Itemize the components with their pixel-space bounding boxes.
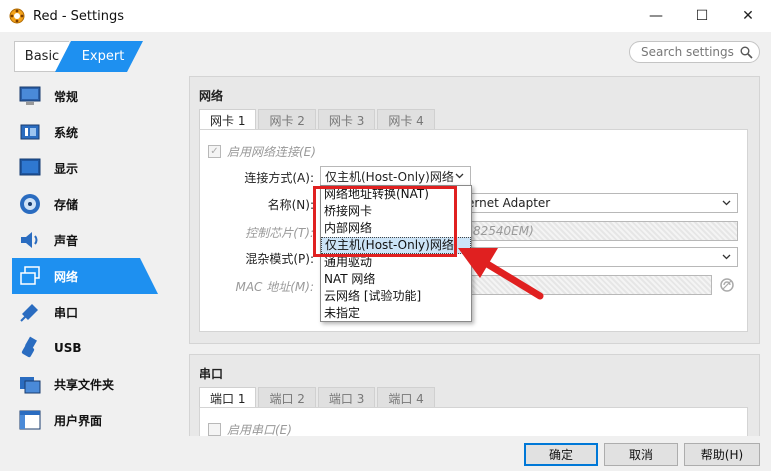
- option-not-attached[interactable]: 未指定: [321, 305, 471, 322]
- name-label: 名称(N):: [267, 198, 314, 212]
- close-button[interactable]: ✕: [725, 0, 771, 32]
- search-box: [629, 41, 760, 63]
- adapter-type-value: 82540EM): [473, 224, 534, 238]
- sidebar-item-label: 用户界面: [54, 413, 103, 428]
- display-icon: [19, 158, 41, 176]
- window-title: Red - Settings: [33, 8, 124, 24]
- port-tabs: 端口 1 端口 2 端口 3 端口 4: [199, 387, 437, 408]
- chevron-down-icon: [722, 254, 731, 260]
- sidebar-item-general[interactable]: 常规: [0, 78, 160, 114]
- mode-switch: Basic Expert: [14, 41, 143, 72]
- sidebar-item-label: 串口: [54, 305, 79, 320]
- sidebar-item-storage[interactable]: 存储: [0, 186, 160, 222]
- tab-port-4[interactable]: 端口 4: [377, 387, 435, 408]
- enable-adapter-label: 启用网络连接(E): [227, 145, 316, 159]
- chip-icon: [20, 124, 40, 140]
- tab-port-2[interactable]: 端口 2: [258, 387, 316, 408]
- sidebar-item-label: 共享文件夹: [54, 377, 115, 392]
- mac-address-label: MAC 地址(M):: [235, 280, 314, 294]
- chevron-down-icon: [455, 173, 464, 179]
- virtualbox-app-icon: [9, 8, 25, 24]
- tab-adapter-2[interactable]: 网卡 2: [258, 109, 316, 130]
- option-cloud-network[interactable]: 云网络 [试验功能]: [321, 288, 471, 305]
- network-icon: [20, 266, 40, 285]
- option-host-only[interactable]: 仅主机(Host-Only)网络: [321, 237, 471, 254]
- disk-icon: [20, 194, 40, 214]
- sidebar-item-usb[interactable]: USB: [0, 330, 160, 366]
- option-nat-network[interactable]: NAT 网络: [321, 271, 471, 288]
- option-generic[interactable]: 通用驱动: [321, 254, 471, 271]
- option-bridged[interactable]: 桥接网卡: [321, 203, 471, 220]
- refresh-mac-icon: [720, 278, 734, 292]
- ui-icon: [19, 410, 41, 430]
- title-bar: Red - Settings — ☐ ✕: [0, 0, 771, 32]
- sidebar-item-system[interactable]: 系统: [0, 114, 160, 150]
- checkbox-empty: [208, 423, 221, 436]
- speaker-icon: [21, 232, 38, 248]
- sidebar-item-label: 系统: [54, 125, 79, 140]
- ok-button[interactable]: 确定: [524, 443, 598, 466]
- sidebar-item-network[interactable]: 网络: [12, 258, 158, 294]
- attached-to-combo[interactable]: 仅主机(Host-Only)网络: [320, 166, 471, 186]
- sidebar-item-serial[interactable]: 串口: [0, 294, 160, 330]
- tab-port-1[interactable]: 端口 1: [199, 387, 257, 408]
- serial-icon: [20, 304, 38, 322]
- attached-to-dropdown-list: 网络地址转换(NAT) 桥接网卡 内部网络 仅主机(Host-Only)网络 通…: [320, 185, 472, 322]
- sidebar-item-shared-folders[interactable]: 共享文件夹: [0, 366, 160, 402]
- serial-section-title: 串口: [199, 367, 224, 381]
- attached-to-value: 仅主机(Host-Only)网络: [325, 169, 454, 184]
- tab-adapter-4[interactable]: 网卡 4: [377, 109, 435, 130]
- settings-sidebar: 常规 系统 显示 存储 声音 网络 串口 USB 共享文件夹 用户界面: [0, 78, 160, 438]
- sidebar-item-label: 网络: [54, 269, 79, 284]
- monitor-icon: [19, 86, 41, 105]
- enable-adapter-checkbox[interactable]: ✓ 启用网络连接(E): [208, 143, 316, 160]
- sidebar-item-user-interface[interactable]: 用户界面: [0, 402, 160, 438]
- option-nat[interactable]: 网络地址转换(NAT): [321, 186, 471, 203]
- sidebar-item-label: USB: [54, 341, 82, 355]
- adapter-type-label: 控制芯片(T):: [245, 226, 314, 240]
- tab-port-3[interactable]: 端口 3: [317, 387, 376, 408]
- checkbox-check-icon: ✓: [208, 145, 221, 158]
- help-button[interactable]: 帮助(H): [684, 443, 760, 466]
- folder-icon: [20, 377, 41, 394]
- adapter-tabs: 网卡 1 网卡 2 网卡 3 网卡 4: [199, 109, 437, 130]
- promiscuous-mode-label: 混杂模式(P):: [245, 252, 314, 266]
- sidebar-item-audio[interactable]: 声音: [0, 222, 160, 258]
- sidebar-item-label: 显示: [54, 161, 79, 176]
- sidebar-item-label: 声音: [54, 233, 79, 248]
- attached-to-label: 连接方式(A):: [244, 171, 314, 185]
- chevron-down-icon: [722, 200, 731, 206]
- option-internal[interactable]: 内部网络: [321, 220, 471, 237]
- adapter-name-value: ernet Adapter: [467, 196, 551, 210]
- minimize-button[interactable]: —: [633, 0, 679, 32]
- tab-adapter-1[interactable]: 网卡 1: [199, 109, 257, 130]
- tab-adapter-3[interactable]: 网卡 3: [317, 109, 376, 130]
- search-icon[interactable]: [740, 46, 753, 59]
- sidebar-item-label: 存储: [54, 197, 79, 212]
- sidebar-item-label: 常规: [54, 89, 79, 104]
- usb-icon: [21, 336, 37, 358]
- search-input[interactable]: [641, 45, 739, 59]
- cancel-button[interactable]: 取消: [604, 443, 678, 466]
- sidebar-item-display[interactable]: 显示: [0, 150, 160, 186]
- network-section-title: 网络: [199, 89, 224, 103]
- maximize-button[interactable]: ☐: [679, 0, 725, 32]
